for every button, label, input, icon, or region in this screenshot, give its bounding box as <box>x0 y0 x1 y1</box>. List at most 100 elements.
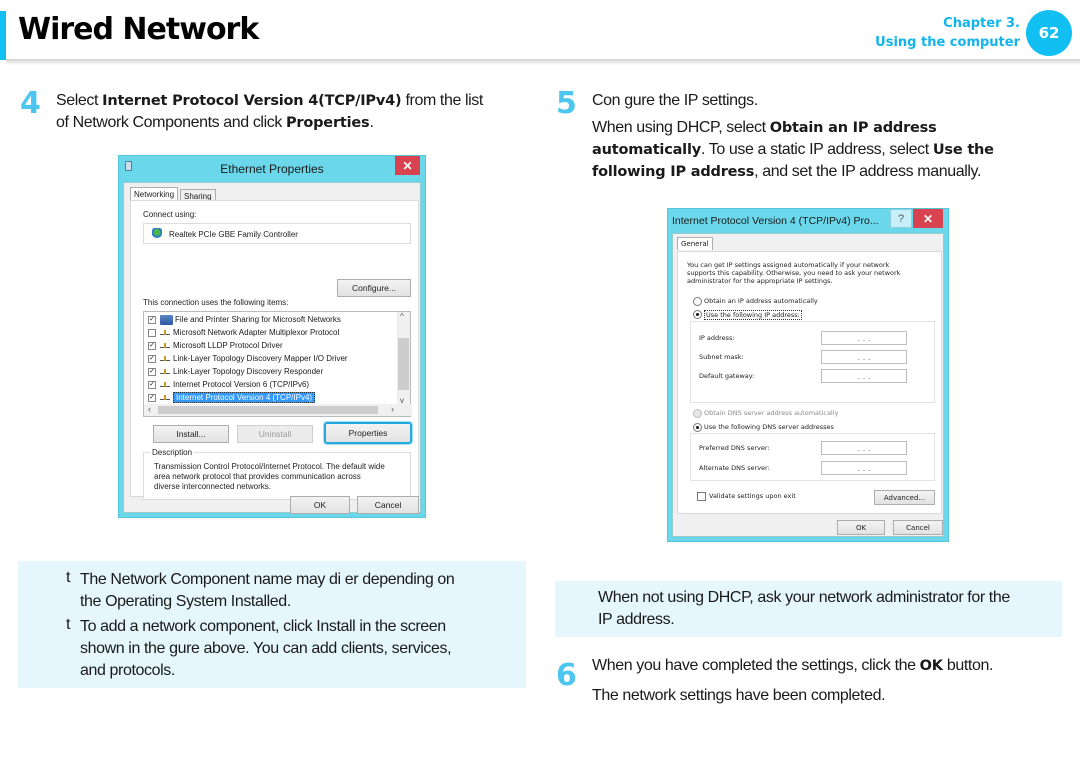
page-title: Wired Network <box>18 12 259 47</box>
list-item[interactable]: Microsoft Network Adapter Multiplexor Pr… <box>148 326 339 339</box>
obtain-ip-label[interactable]: Obtain an IP address automatically <box>704 297 818 305</box>
scroll-left-icon[interactable]: ‹ <box>148 404 151 414</box>
subnet-mask-label: Subnet mask: <box>699 353 744 361</box>
obtain-dns-radio[interactable] <box>693 409 702 418</box>
list-item[interactable]: ✓ Internet Protocol Version 6 (TCP/IPv6) <box>148 378 309 391</box>
bold-text: Properties <box>285 115 370 131</box>
close-button[interactable]: ✕ <box>913 209 943 228</box>
ok-button[interactable]: OK <box>837 520 885 535</box>
checkbox[interactable]: ✓ <box>148 315 156 324</box>
preferred-dns-input[interactable]: . . . <box>821 441 907 455</box>
scrollbar-thumb[interactable] <box>398 338 409 390</box>
text: , and set the IP address manually. <box>754 163 981 180</box>
obtain-ip-radio[interactable] <box>693 297 702 306</box>
checkbox[interactable]: ✓ <box>148 367 156 376</box>
checkbox[interactable] <box>148 328 156 337</box>
uninstall-button[interactable]: Uninstall <box>237 425 313 443</box>
install-button[interactable]: Install... <box>153 425 229 443</box>
advanced-button[interactable]: Advanced... <box>874 490 935 505</box>
cancel-button[interactable]: Cancel <box>893 520 943 535</box>
checkbox[interactable]: ✓ <box>148 380 156 389</box>
note-text: and protocols. <box>80 662 175 679</box>
text: . <box>369 114 374 131</box>
intro-line: supports this capability. Otherwise, you… <box>687 269 901 277</box>
note-text: To add a network component, click Instal… <box>80 618 446 635</box>
ip-address-label: IP address: <box>699 334 735 342</box>
scroll-right-icon[interactable]: › <box>391 404 394 414</box>
text: button. <box>942 657 994 674</box>
use-dns-label[interactable]: Use the following DNS server addresses <box>704 423 834 431</box>
note-text: The Network Component name may di er dep… <box>80 571 455 588</box>
bullet: t <box>66 616 71 633</box>
list-item-selected[interactable]: ✓ Internet Protocol Version 4 (TCP/IPv4) <box>148 391 316 404</box>
configure-button[interactable]: Configure... <box>337 279 411 297</box>
horizontal-scrollbar[interactable]: ‹ › <box>144 404 412 416</box>
cancel-button[interactable]: Cancel <box>357 496 419 514</box>
text: When using DHCP, select <box>592 119 770 136</box>
bold-text: following IP address <box>592 164 755 180</box>
obtain-dns-label[interactable]: Obtain DNS server address automatically <box>704 409 838 417</box>
chapter-number: Chapter 3. <box>943 16 1020 31</box>
item-label: Microsoft LLDP Protocol Driver <box>173 341 283 350</box>
ipv4-properties-dialog: Internet Protocol Version 4 (TCP/IPv4) P… <box>667 208 949 542</box>
note-text: When not using DHCP, ask your network ad… <box>598 589 1010 606</box>
description-line: area network protocol that provides comm… <box>154 472 361 481</box>
item-label: Link-Layer Topology Discovery Mapper I/O… <box>173 354 348 363</box>
items-label: This connection uses the following items… <box>143 298 289 307</box>
dialog-title-bar: Ethernet Properties <box>119 156 425 180</box>
item-label: File and Printer Sharing for Microsoft N… <box>175 315 341 324</box>
note-box-left: t The Network Component name may di er d… <box>18 561 526 688</box>
subnet-mask-input[interactable]: . . . <box>821 350 907 364</box>
networking-tab-panel: Connect using: Realtek PCIe GBE Family C… <box>130 200 419 500</box>
checkbox[interactable]: ✓ <box>148 393 156 402</box>
tab-general[interactable]: General <box>677 237 713 250</box>
description-line: diverse interconnected networks. <box>154 482 271 491</box>
components-list[interactable]: ✓ File and Printer Sharing for Microsoft … <box>143 311 412 417</box>
dialog-body: Networking Sharing Connect using: Realte… <box>123 182 421 514</box>
general-tab-panel: You can get IP settings assigned automat… <box>677 251 942 514</box>
note-text: shown in the gure above. You can add cli… <box>80 640 452 657</box>
item-label: Internet Protocol Version 6 (TCP/IPv6) <box>173 380 310 389</box>
step-5-heading: Con gure the IP settings. <box>592 92 758 109</box>
list-item[interactable]: ✓ Link-Layer Topology Discovery Responder <box>148 365 323 378</box>
note-text: IP address. <box>598 611 675 628</box>
item-label: Link-Layer Topology Discovery Responder <box>173 367 324 376</box>
validate-label[interactable]: Validate settings upon exit <box>709 492 796 500</box>
close-icon: ✕ <box>402 158 413 173</box>
computer-icon <box>160 314 173 325</box>
list-item[interactable]: ✓ File and Printer Sharing for Microsoft … <box>148 313 341 326</box>
checkbox[interactable]: ✓ <box>148 354 156 363</box>
checkbox[interactable]: ✓ <box>148 341 156 350</box>
scrollbar-thumb[interactable] <box>158 406 378 414</box>
adapter-field: Realtek PCIe GBE Family Controller <box>143 223 411 244</box>
protocol-icon <box>160 381 170 388</box>
validate-checkbox[interactable] <box>697 492 706 501</box>
scroll-up-icon[interactable]: ^ <box>400 312 404 321</box>
close-button[interactable]: ✕ <box>395 156 420 175</box>
ok-button[interactable]: OK <box>290 496 350 514</box>
help-button[interactable]: ? <box>890 209 912 228</box>
use-ip-label[interactable]: Use the following IP address: <box>704 310 802 320</box>
bold-text: Obtain an IP address <box>769 120 937 136</box>
alternate-dns-input[interactable]: . . . <box>821 461 907 475</box>
properties-button[interactable]: Properties <box>324 422 412 444</box>
use-dns-radio[interactable] <box>693 423 702 432</box>
bullet: t <box>66 569 71 586</box>
item-label: Microsoft Network Adapter Multiplexor Pr… <box>173 328 340 337</box>
default-gateway-label: Default gateway: <box>699 372 755 380</box>
description-line: Transmission Control Protocol/Internet P… <box>154 462 385 471</box>
dialog-body: General You can get IP settings assigned… <box>672 233 944 537</box>
description-group: Description Transmission Control Protoco… <box>143 448 411 500</box>
default-gateway-input[interactable]: . . . <box>821 369 907 383</box>
tab-networking[interactable]: Networking <box>130 187 179 201</box>
step-6-result: The network settings have been completed… <box>592 687 886 704</box>
intro-line: You can get IP settings assigned automat… <box>687 261 890 269</box>
alternate-dns-label: Alternate DNS server: <box>699 464 770 472</box>
vertical-scrollbar[interactable]: ^ v <box>397 312 410 405</box>
list-item[interactable]: ✓ Microsoft LLDP Protocol Driver <box>148 339 283 352</box>
ip-address-input[interactable]: . . . <box>821 331 907 345</box>
header-divider <box>6 59 1080 65</box>
use-ip-radio[interactable] <box>693 310 702 319</box>
list-item[interactable]: ✓ Link-Layer Topology Discovery Mapper I/… <box>148 352 348 365</box>
step-6-text: When you have completed the settings, cl… <box>592 655 1072 707</box>
